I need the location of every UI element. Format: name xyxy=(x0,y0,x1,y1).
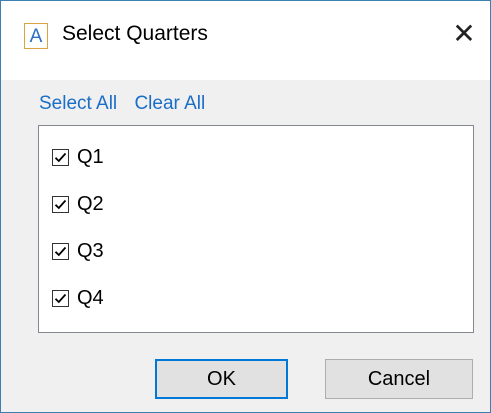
q2-checkbox[interactable] xyxy=(52,195,69,213)
quarters-list: Q1 Q2 Q3 Q4 xyxy=(38,125,474,333)
checkmark-icon xyxy=(54,152,67,162)
q1-checkbox[interactable] xyxy=(52,148,69,166)
list-item-q1[interactable]: Q1 xyxy=(52,143,104,171)
checkmark-icon xyxy=(54,246,67,256)
clear-all-link[interactable]: Clear All xyxy=(134,93,205,114)
q4-checkbox[interactable] xyxy=(52,289,69,307)
checkmark-icon xyxy=(54,293,67,303)
select-all-link[interactable]: Select All xyxy=(39,93,117,114)
selection-links: Select All Clear All xyxy=(39,93,217,115)
list-item-q3[interactable]: Q3 xyxy=(52,237,104,265)
q1-label: Q1 xyxy=(77,145,104,168)
close-icon[interactable]: ✕ xyxy=(445,15,483,53)
q3-label: Q3 xyxy=(77,239,104,262)
ok-button[interactable]: OK xyxy=(155,359,288,399)
select-quarters-dialog: A Select Quarters ✕ Select All Clear All… xyxy=(0,0,491,413)
q4-label: Q4 xyxy=(77,286,104,309)
list-item-q4[interactable]: Q4 xyxy=(52,284,104,312)
cancel-button[interactable]: Cancel xyxy=(325,359,473,399)
app-icon: A xyxy=(24,23,48,49)
q3-checkbox[interactable] xyxy=(52,242,69,260)
title-bar: A Select Quarters ✕ xyxy=(1,1,490,80)
checkmark-icon xyxy=(54,199,67,209)
list-item-q2[interactable]: Q2 xyxy=(52,190,104,218)
q2-label: Q2 xyxy=(77,192,104,215)
dialog-title: Select Quarters xyxy=(62,22,208,45)
